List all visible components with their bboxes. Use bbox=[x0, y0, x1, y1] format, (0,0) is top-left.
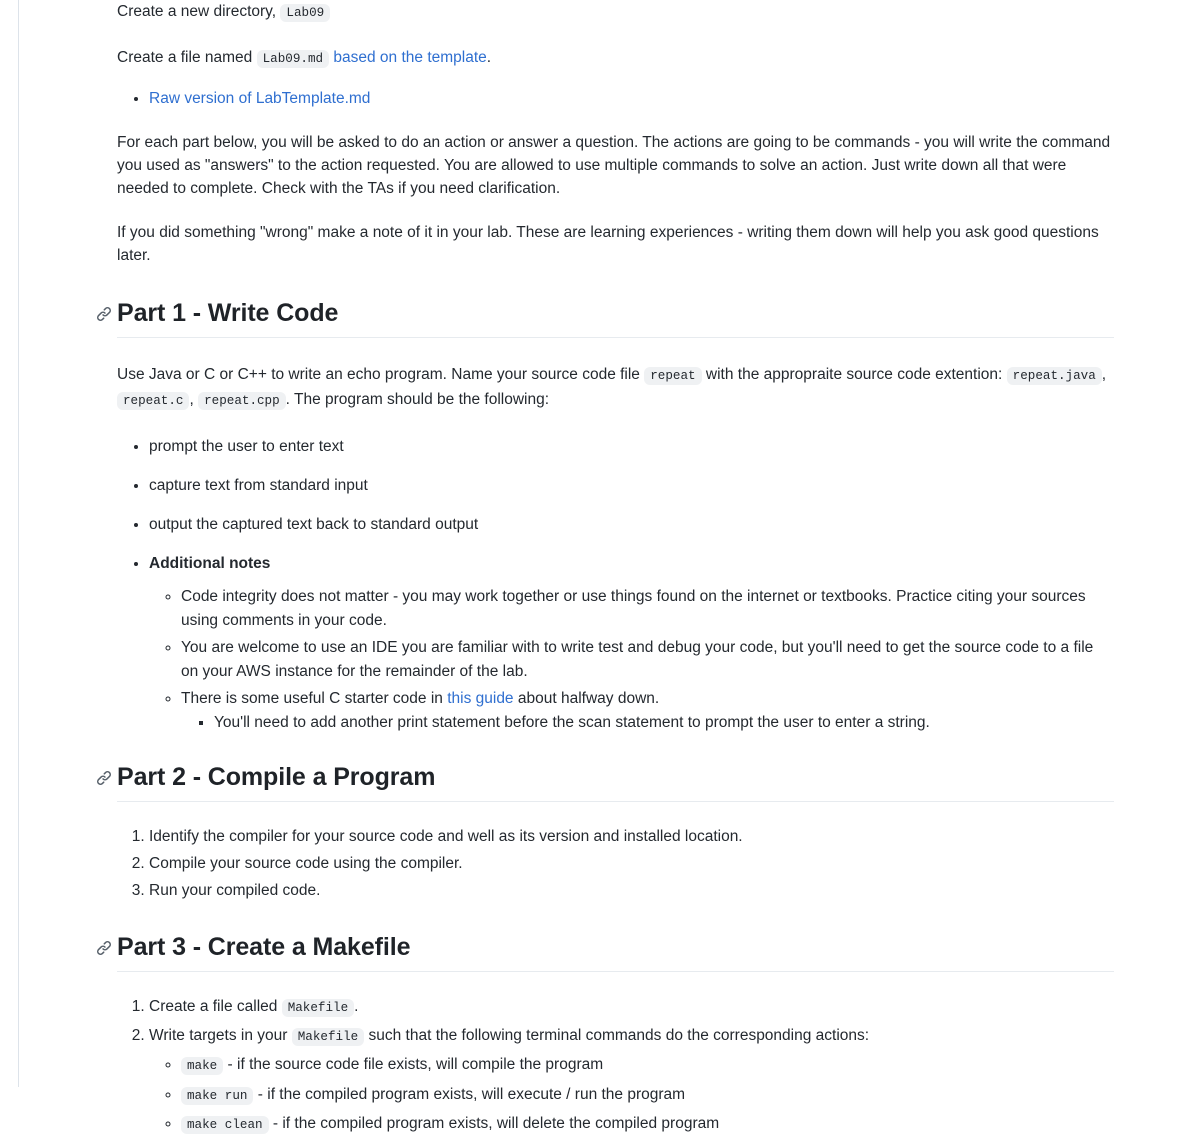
list-item: Write targets in your Makefile such that… bbox=[149, 1022, 1114, 1138]
link-icon[interactable] bbox=[96, 770, 112, 786]
part1-intro: Use Java or C or C++ to write an echo pr… bbox=[117, 363, 1114, 413]
raw-template-link[interactable]: Raw version of LabTemplate.md bbox=[149, 90, 370, 107]
list-item: make - if the source code file exists, w… bbox=[181, 1053, 1114, 1079]
list-item: Code integrity does not matter - you may… bbox=[181, 585, 1114, 632]
create-directory-text: Create a new directory, bbox=[117, 3, 277, 20]
list-item: make clean - if the compiled program exi… bbox=[181, 1112, 1114, 1138]
part2-heading-text: Part 2 - Compile a Program bbox=[117, 763, 436, 791]
make-run-description: - if the compiled program exists, will e… bbox=[257, 1085, 686, 1103]
link-icon[interactable] bbox=[96, 940, 112, 956]
link-icon[interactable] bbox=[96, 306, 112, 322]
this-guide-link[interactable]: this guide bbox=[447, 690, 513, 707]
part1-sep-2: , bbox=[189, 391, 194, 408]
part3-step1-after: . bbox=[354, 998, 359, 1015]
create-directory-line: Create a new directory, Lab09 bbox=[117, 0, 1114, 25]
part3-step2-before: Write targets in your bbox=[149, 1027, 288, 1044]
list-item: prompt the user to enter text bbox=[149, 435, 1114, 458]
part1-intro-a: Use Java or C or C++ to write an echo pr… bbox=[117, 366, 640, 383]
part1-intro-b: with the appropraite source code extenti… bbox=[705, 366, 1003, 383]
code-repeat-java: repeat.java bbox=[1006, 367, 1102, 385]
part3-steps-list: Create a file called Makefile. Write tar… bbox=[117, 993, 1114, 1138]
raw-template-list: Raw version of LabTemplate.md bbox=[117, 87, 1114, 110]
part2-steps-list: Identify the compiler for your source co… bbox=[117, 823, 1114, 904]
template-link[interactable]: based on the template bbox=[333, 49, 486, 66]
intro-paragraph-1: For each part below, you will be asked t… bbox=[117, 134, 1111, 197]
markdown-document: Create a new directory, Lab09 Create a f… bbox=[96, 0, 1114, 1138]
code-makefile: Makefile bbox=[291, 1028, 365, 1046]
list-item: You are welcome to use an IDE you are fa… bbox=[181, 636, 1114, 683]
part1-heading-text: Part 1 - Write Code bbox=[117, 299, 339, 327]
part3-step1-before: Create a file called bbox=[149, 998, 278, 1015]
part1-sep-1: , bbox=[1101, 366, 1107, 383]
code-repeat-c: repeat.c bbox=[117, 392, 190, 410]
additional-notes-label: Additional notes bbox=[149, 555, 271, 572]
make-description: - if the source code file exists, will c… bbox=[227, 1056, 604, 1073]
part3-step2-after: such that the following terminal command… bbox=[368, 1027, 870, 1044]
code-repeat-cpp: repeat.cpp bbox=[198, 392, 286, 410]
make-targets-list: make - if the source code file exists, w… bbox=[149, 1053, 1114, 1138]
part2-heading: Part 2 - Compile a Program bbox=[96, 762, 1114, 802]
list-item-guide: There is some useful C starter code in t… bbox=[181, 687, 1114, 734]
list-item: Compile your source code using the compi… bbox=[149, 850, 1114, 877]
part3-heading: Part 3 - Create a Makefile bbox=[96, 932, 1114, 972]
create-file-period: . bbox=[486, 49, 492, 66]
part3-heading-text: Part 3 - Create a Makefile bbox=[117, 933, 411, 961]
code-makefile: Makefile bbox=[281, 999, 355, 1017]
list-item: Create a file called Makefile. bbox=[149, 993, 1114, 1022]
list-item: You'll need to add another print stateme… bbox=[214, 711, 1114, 735]
code-lab09: Lab09 bbox=[280, 4, 331, 22]
additional-notes-list: Code integrity does not matter - you may… bbox=[149, 585, 1114, 734]
list-item: Identify the compiler for your source co… bbox=[149, 823, 1114, 850]
guide-subnote-list: You'll need to add another print stateme… bbox=[181, 711, 1114, 735]
list-item: Raw version of LabTemplate.md bbox=[149, 87, 1114, 110]
make-clean-description: - if the compiled program exists, will d… bbox=[272, 1115, 720, 1132]
code-make: make bbox=[181, 1057, 224, 1075]
list-item: output the captured text back to standar… bbox=[149, 513, 1114, 536]
left-gutter-rule bbox=[18, 0, 19, 1087]
code-repeat: repeat bbox=[644, 367, 702, 385]
part1-requirements-list: prompt the user to enter text capture te… bbox=[117, 435, 1114, 734]
part1-intro-c: . The program should be the following: bbox=[285, 391, 550, 408]
guide-note-before: There is some useful C starter code in bbox=[181, 690, 443, 707]
list-item: make run - if the compiled program exist… bbox=[181, 1083, 1114, 1109]
list-item-additional-notes: Additional notes Code integrity does not… bbox=[149, 552, 1114, 734]
guide-note-after: about halfway down. bbox=[517, 690, 660, 707]
create-file-text: Create a file named bbox=[117, 49, 253, 66]
list-item: capture text from standard input bbox=[149, 474, 1114, 497]
code-make-clean: make clean bbox=[181, 1116, 269, 1134]
part1-heading: Part 1 - Write Code bbox=[96, 298, 1114, 338]
list-item: Run your compiled code. bbox=[149, 877, 1114, 904]
code-make-run: make run bbox=[181, 1086, 254, 1105]
create-file-line: Create a file named Lab09.md based on th… bbox=[117, 46, 1114, 71]
code-lab09-md: Lab09.md bbox=[256, 50, 330, 68]
intro-paragraph-2: If you did something "wrong" make a note… bbox=[117, 224, 1099, 264]
